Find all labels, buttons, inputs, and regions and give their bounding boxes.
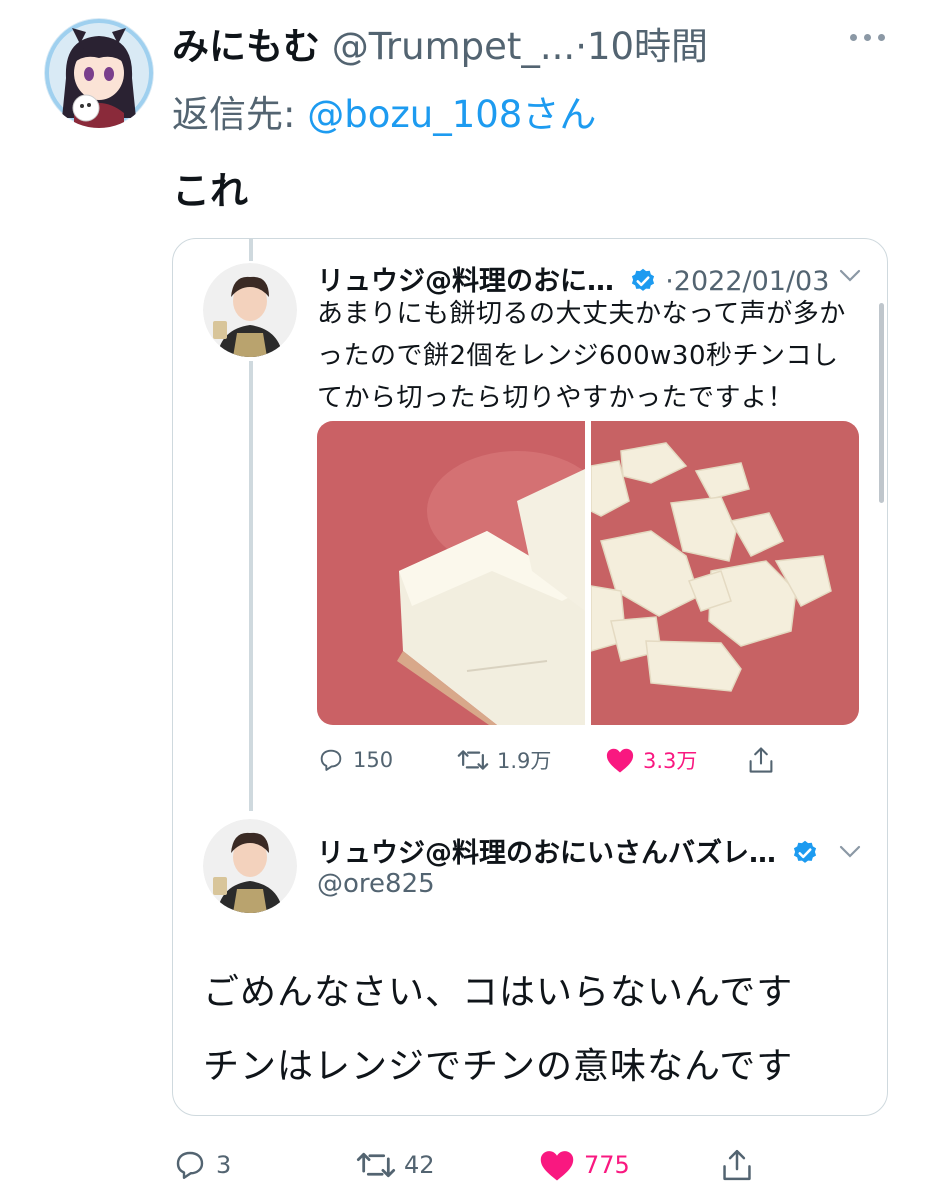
quote-reply-button[interactable]: 150: [317, 739, 393, 781]
like-count: 775: [584, 1151, 630, 1179]
reply-prefix: 返信先:: [172, 93, 308, 136]
quote-like-count: 3.3万: [643, 749, 698, 773]
media-image-1[interactable]: [317, 421, 585, 725]
thread-line: [249, 361, 253, 811]
tweet-text: これ: [172, 169, 249, 213]
tweet-time[interactable]: 10時間: [587, 25, 708, 68]
like-icon: [606, 748, 634, 773]
quote-media[interactable]: [317, 421, 859, 725]
quote-retweet-count: 1.9万: [497, 749, 552, 773]
quote-retweet-button[interactable]: 1.9万: [457, 739, 551, 781]
reply-context: 返信先: @bozu_108さん: [172, 84, 596, 138]
reply-text-line-1: ごめんなさい、コはいらないんです: [203, 972, 794, 1013]
quote-like-button[interactable]: 3.3万: [605, 739, 697, 781]
quote-actions: 150 1.9万 3.3万: [317, 739, 787, 781]
tweet-header: みにもむ @Trumpet_...·10時間: [172, 16, 708, 70]
quote-card[interactable]: リュウジ@料理のおに… ·2022/01/03 あまりにも餅切るの大丈夫かなって…: [172, 238, 888, 1116]
retweet-icon: [356, 1152, 396, 1178]
like-icon: [540, 1151, 574, 1181]
like-button[interactable]: 775: [538, 1142, 630, 1188]
more-icon[interactable]: [850, 34, 890, 50]
retweet-count: 42: [404, 1151, 435, 1179]
scrollbar[interactable]: [879, 303, 884, 503]
chevron-down-icon[interactable]: [839, 269, 861, 283]
reply-text-line-2: チンはレンジでチンの意味なんです: [203, 1046, 794, 1087]
quote-author-avatar[interactable]: [203, 263, 297, 357]
reply-author-name[interactable]: リュウジ@料理のおにいさんバズレ…: [317, 838, 776, 869]
retweet-button[interactable]: 42: [356, 1142, 435, 1188]
tweet-actions: 3 42 775: [172, 1142, 892, 1188]
quote-reply-count: 150: [353, 748, 394, 772]
retweet-icon: [457, 750, 489, 770]
reply-icon: [320, 749, 342, 771]
share-icon: [723, 1149, 751, 1181]
verified-icon: [631, 268, 654, 291]
separator-dot: ·: [575, 25, 587, 68]
reply-button[interactable]: 3: [172, 1142, 231, 1188]
reply-author-handle[interactable]: @ore825: [317, 869, 435, 899]
thread-line-top: [249, 239, 253, 261]
share-button[interactable]: [720, 1142, 754, 1188]
reply-icon: [176, 1151, 204, 1179]
author-avatar[interactable]: [44, 18, 154, 128]
verified-icon: [793, 840, 816, 863]
quote-text: あまりにも餅切るの大丈夫かなって声が多かったので餅2個をレンジ600w30秒チン…: [317, 299, 846, 413]
reply-count: 3: [216, 1151, 232, 1179]
share-icon: [749, 747, 773, 773]
reply-header: リュウジ@料理のおにいさんバズレ…: [317, 831, 819, 870]
author-name[interactable]: みにもむ: [172, 25, 320, 68]
media-image-2[interactable]: [591, 421, 859, 725]
quote-share-button[interactable]: [747, 739, 775, 781]
author-handle[interactable]: @Trumpet_...: [332, 25, 575, 68]
reply-author-avatar[interactable]: [203, 819, 297, 913]
reply-mention[interactable]: @bozu_108さん: [307, 93, 596, 136]
chevron-down-icon[interactable]: [839, 845, 861, 859]
